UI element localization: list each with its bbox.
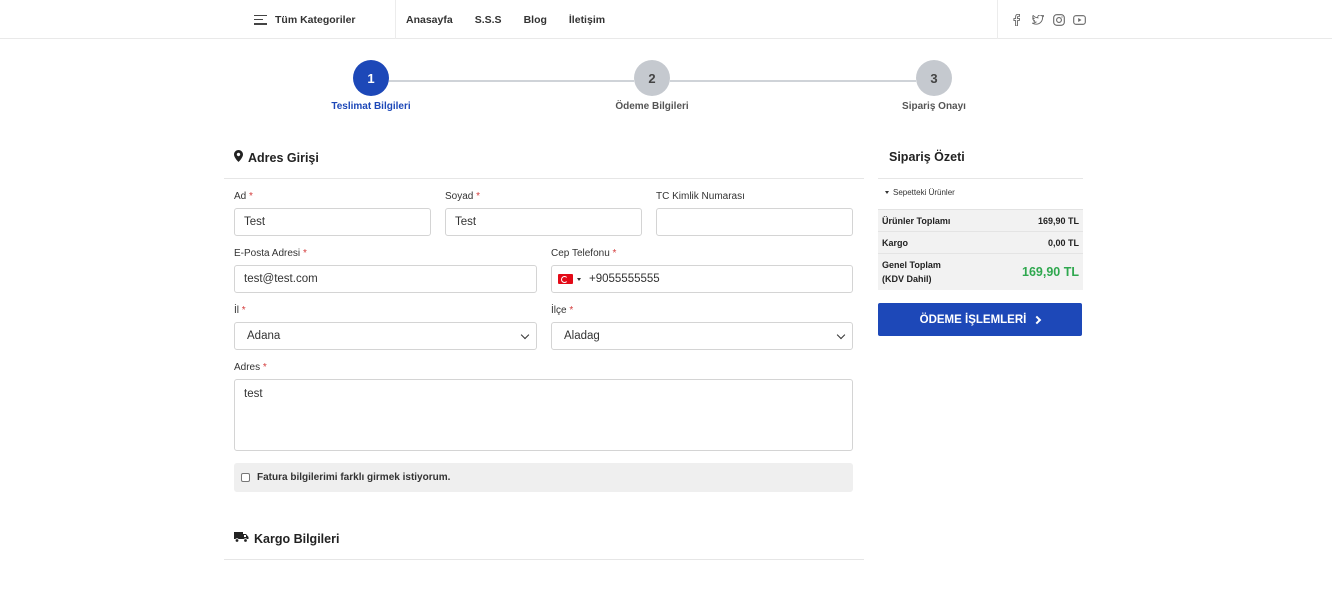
youtube-icon[interactable] [1073,13,1086,26]
nav-link-blog[interactable]: Blog [524,14,547,26]
city-select[interactable]: Adana [234,322,537,350]
cart-items-toggle[interactable]: Sepetteki Ürünler [885,188,955,197]
first-name-label: Ad * [234,191,253,202]
first-name-input[interactable]: Test [234,208,431,236]
grand-total-value: 169,90 TL [1022,265,1079,279]
facebook-icon[interactable] [1010,13,1023,26]
chevron-down-icon [520,330,530,339]
all-categories-label: Tüm Kategoriler [275,13,356,26]
step-3-circle: 3 [916,60,952,96]
phone-label: Cep Telefonu * [551,248,617,259]
caret-down-icon [577,277,581,281]
email-input[interactable]: test@test.com [234,265,537,293]
country-code-selector[interactable] [558,274,581,284]
instagram-icon[interactable] [1052,13,1065,26]
step-1-circle: 1 [353,60,389,96]
grand-total-row: Genel Toplam (KDV Dahil) 169,90 TL [882,260,1079,284]
products-total-row: Ürünler Toplamı 169,90 TL [878,210,1083,232]
truck-icon [234,531,249,546]
invoice-checkbox[interactable] [241,473,250,482]
divider [224,178,864,179]
city-label: İl * [234,305,246,316]
top-navbar: Tüm Kategoriler Anasayfa S.S.S Blog İlet… [0,0,1332,39]
step-1-label: Teslimat Bilgileri [331,101,411,112]
divider [224,559,864,560]
step-2-label: Ödeme Bilgileri [615,101,689,112]
district-label: İlçe * [551,305,574,316]
menu-icon [254,14,267,25]
last-name-label: Soyad * [445,191,481,202]
invoice-option: Fatura bilgilerimi farklı girmek istiyor… [234,463,853,492]
chevron-down-icon [836,330,846,339]
all-categories-button[interactable]: Tüm Kategoriler [254,0,396,39]
social-links [997,0,1086,39]
nav-link-home[interactable]: Anasayfa [406,14,453,26]
email-label: E-Posta Adresi * [234,248,307,259]
last-name-input[interactable]: Test [445,208,642,236]
stepper-connector [670,80,916,82]
nav-links: Anasayfa S.S.S Blog İletişim [406,0,605,39]
shipping-cost-row: Kargo 0,00 TL [878,232,1083,254]
order-summary-table: Ürünler Toplamı 169,90 TL Kargo 0,00 TL … [878,209,1083,290]
order-summary-title: Sipariş Özeti [889,150,965,164]
twitter-icon[interactable] [1031,13,1044,26]
nav-link-contact[interactable]: İletişim [569,14,605,26]
address-label: Adres * [234,362,267,373]
nav-link-faq[interactable]: S.S.S [475,14,502,26]
step-2-circle: 2 [634,60,670,96]
invoice-checkbox-label[interactable]: Fatura bilgilerimi farklı girmek istiyor… [257,472,450,483]
step-3-label: Sipariş Onayı [902,101,966,112]
chevron-right-icon [1033,315,1042,324]
divider [878,178,1083,179]
tc-id-input[interactable] [656,208,853,236]
payment-button[interactable]: ÖDEME İŞLEMLERİ [878,303,1082,336]
turkey-flag-icon [558,274,573,284]
address-textarea[interactable]: test [234,379,853,451]
stepper-connector [389,80,634,82]
tc-id-label: TC Kimlik Numarası [656,191,745,202]
district-select[interactable]: Aladag [551,322,853,350]
address-section-title: Adres Girişi [234,150,319,165]
phone-input[interactable]: +9055555555 [551,265,853,293]
caret-down-icon [885,191,889,194]
map-marker-icon [234,150,243,165]
shipping-section-title: Kargo Bilgileri [234,531,339,546]
